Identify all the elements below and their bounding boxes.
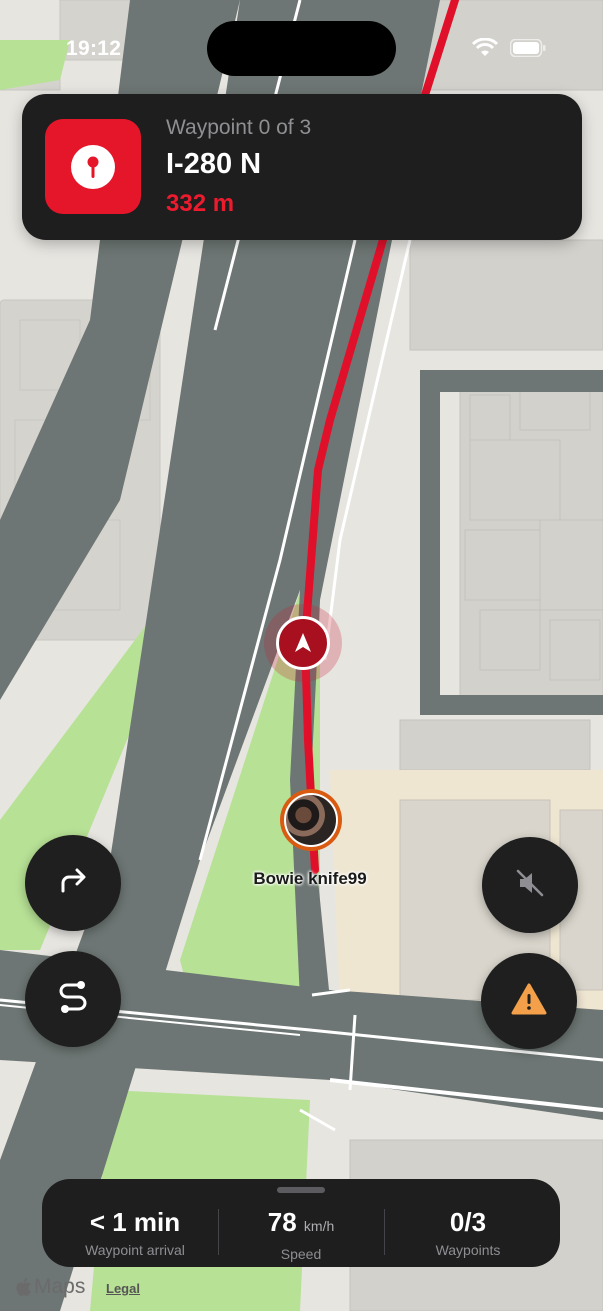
- stat-value: 78: [267, 1207, 297, 1237]
- route-overview-button[interactable]: [25, 951, 121, 1047]
- waypoint-pin-icon: [45, 119, 141, 214]
- stat-unit: km/h: [303, 1218, 335, 1234]
- maps-brand-label: Maps: [34, 1275, 86, 1298]
- road-name: I-280 N: [166, 148, 262, 180]
- navigation-card[interactable]: Waypoint 0 of 3 I-280 N 332 m: [22, 94, 582, 240]
- stat-label: Waypoint arrival: [85, 1242, 185, 1258]
- route-icon: [55, 977, 91, 1022]
- dynamic-island: [207, 21, 396, 76]
- stat-speed: 78 km/h Speed: [216, 1207, 386, 1262]
- status-time: 19:12: [66, 37, 122, 60]
- warning-triangle-icon: [511, 982, 547, 1021]
- waypoint-progress: Waypoint 0 of 3: [166, 116, 312, 139]
- apple-logo-icon: [15, 1277, 32, 1297]
- stat-waypoints: 0/3 Waypoints: [383, 1207, 553, 1258]
- distance-remaining: 332 m: [166, 190, 235, 217]
- stat-waypoint-arrival: < 1 min Waypoint arrival: [50, 1207, 220, 1258]
- report-hazard-button[interactable]: [481, 953, 577, 1049]
- stat-value: 0/3: [449, 1207, 487, 1237]
- stat-value: < 1 min: [89, 1207, 181, 1237]
- reroute-button[interactable]: [25, 835, 121, 931]
- legal-link[interactable]: Legal: [106, 1281, 140, 1296]
- mute-button[interactable]: [482, 837, 578, 933]
- user-name-label: Bowie knife99: [253, 869, 367, 888]
- navigation-arrow-icon: [276, 616, 330, 670]
- arrow-turn-right-icon: [55, 865, 91, 902]
- speaker-muted-icon: [512, 865, 548, 906]
- status-bar: 19:12: [0, 0, 603, 90]
- trip-summary-panel[interactable]: < 1 min Waypoint arrival 78 km/h Speed 0…: [42, 1179, 560, 1267]
- stat-label: Speed: [280, 1246, 322, 1262]
- wifi-icon: [471, 37, 499, 58]
- maps-attribution: Maps: [15, 1275, 85, 1299]
- panel-grabber[interactable]: [277, 1187, 325, 1193]
- battery-icon: [509, 38, 546, 58]
- user-avatar[interactable]: [280, 789, 342, 851]
- stat-label: Waypoints: [435, 1242, 501, 1258]
